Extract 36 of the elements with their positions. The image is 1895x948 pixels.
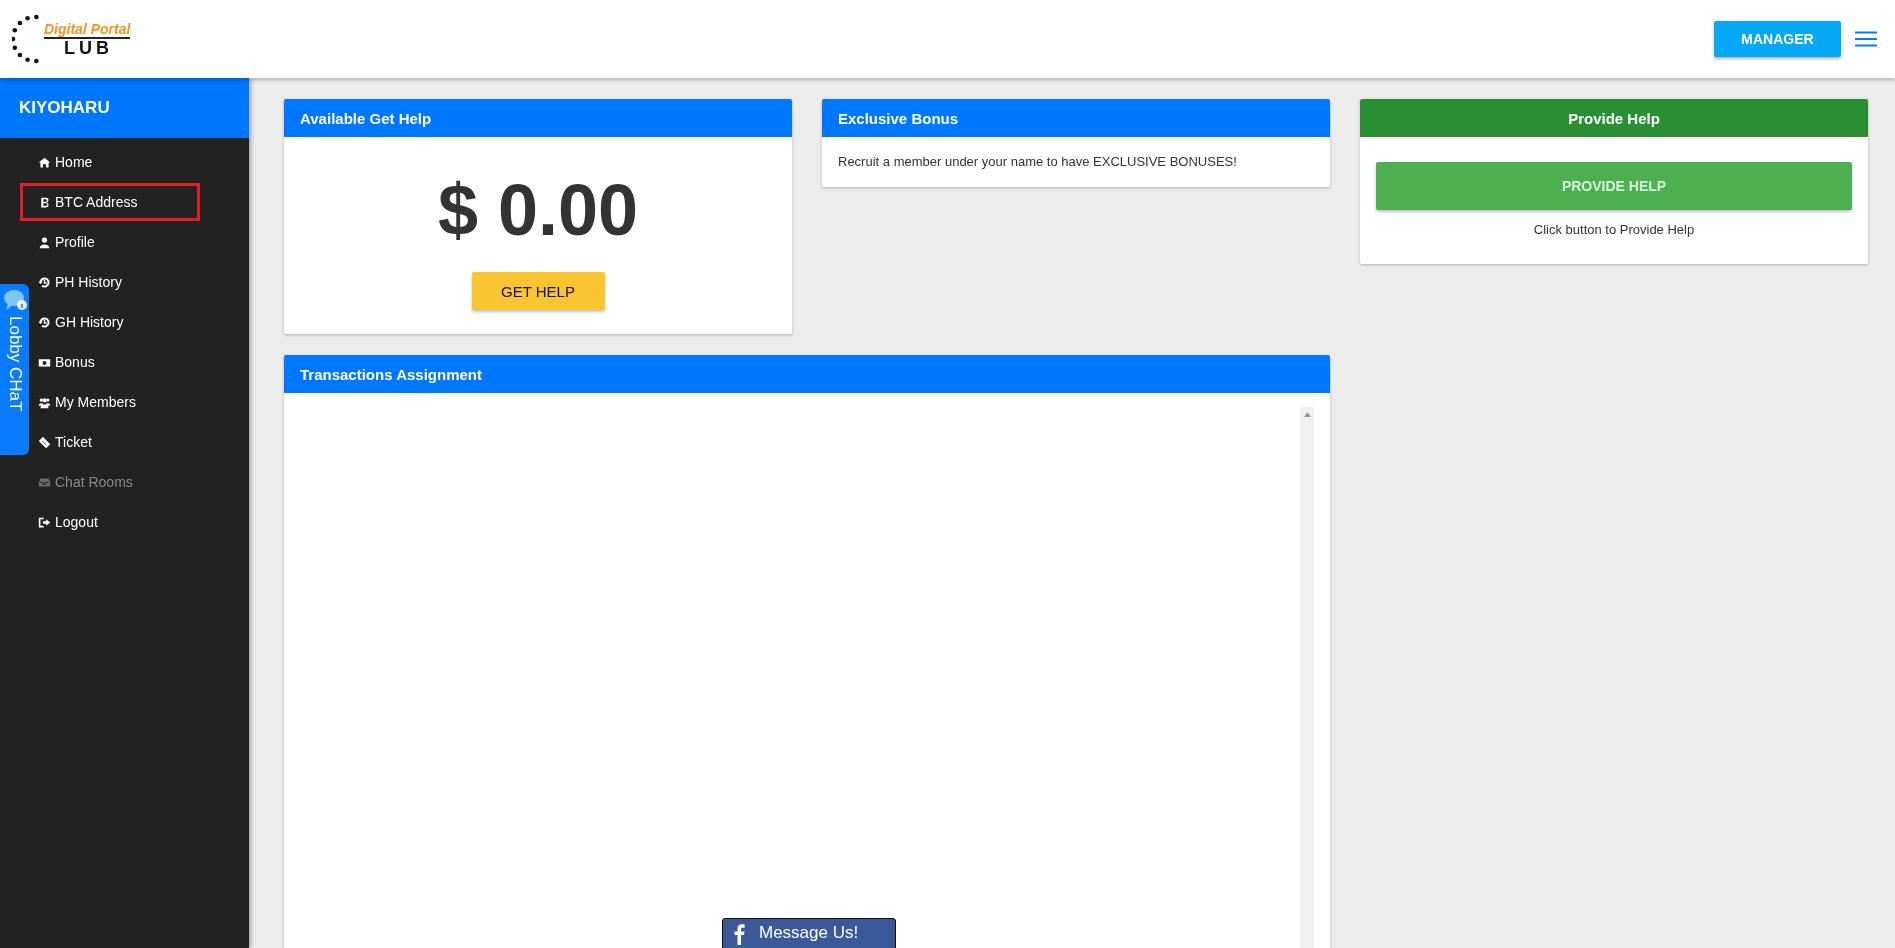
sidebar-item[interactable]: PH History [38,262,122,302]
hint-text: Click button to Provide Help [1533,222,1695,237]
logo-text: LUB [63,38,113,58]
inbox-icon [38,475,51,489]
sidebar-item[interactable]: Logout [38,502,98,542]
home-icon [38,155,51,169]
history-icon [38,275,51,289]
menu-icon[interactable] [1855,31,1877,47]
logout-icon [38,515,51,529]
scrollbar[interactable] [1300,407,1314,948]
sidebar-item[interactable]: My Members [38,382,136,422]
history-icon [38,315,51,329]
card-title: Transactions Assignment [284,355,1330,393]
sidebar-item[interactable]: Ticket [38,422,92,462]
balance-amount: $ 0.00 [437,170,639,250]
chat-bubble-icon [2,288,27,312]
sidebar-item[interactable]: BTC Address [38,182,138,222]
card-title: Provide Help [1360,99,1868,137]
users-icon [38,395,51,409]
logo-text: Digital Portal [44,20,131,39]
get-help-button[interactable]: GET HELP [471,272,605,310]
bonus-text: Recruit a member under your name to have EXCLUSIVE BONUSES! [837,153,1238,171]
sidebar-item[interactable]: Bonus [38,342,95,382]
bitcoin-icon [38,195,51,209]
sidebar-item[interactable]: Home [38,142,93,182]
username: KIYOHARU [0,78,249,138]
card-title: Exclusive Bonus [822,99,1330,137]
facebook-icon [733,923,745,945]
lobby-chat-tab[interactable]: Lobby CHaT [0,284,29,455]
sidebar-item[interactable]: Profile [38,222,95,262]
ticket-icon [38,435,51,449]
user-icon [38,235,51,249]
card-title: Available Get Help [284,99,792,137]
message-us-button[interactable]: Message Us! [722,918,896,948]
sidebar-item[interactable]: GH History [38,302,124,342]
scroll-up-icon[interactable] [1303,412,1311,417]
